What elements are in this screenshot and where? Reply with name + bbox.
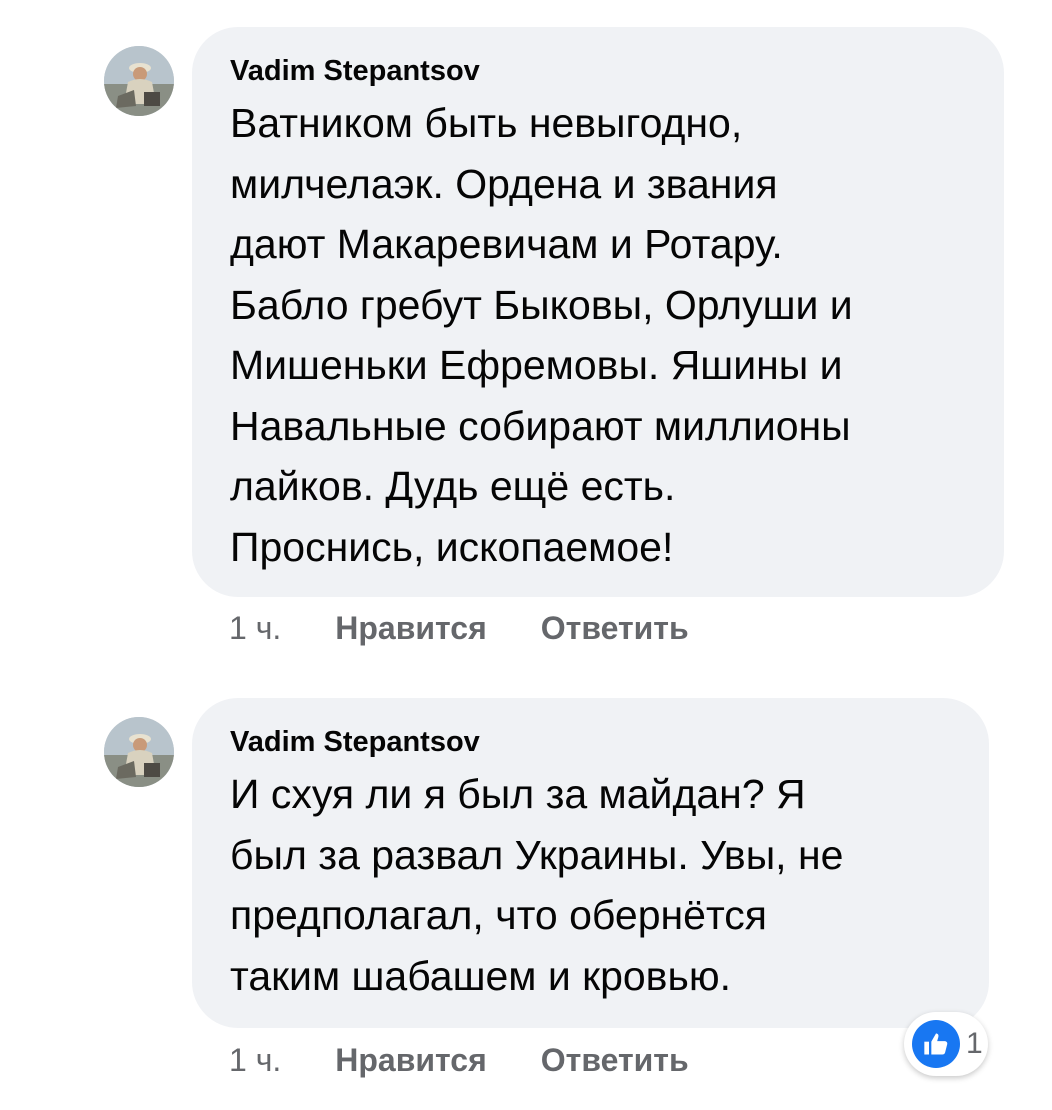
reply-button[interactable]: Ответить [541, 1040, 689, 1080]
comment-author[interactable]: Vadim Stepantsov [230, 724, 955, 760]
reply-button[interactable]: Ответить [541, 608, 689, 648]
like-button[interactable]: Нравится [335, 1040, 487, 1080]
comment-actions: 1 ч. Нравится Ответить [229, 1040, 743, 1080]
comment-text: И схуя ли я был за майдан? Я был за разв… [230, 771, 844, 999]
comment-author[interactable]: Vadim Stepantsov [230, 53, 970, 89]
reaction-summary[interactable]: 1 [904, 1012, 988, 1076]
avatar-photo-icon [104, 46, 174, 116]
thumbs-up-icon [912, 1020, 960, 1068]
like-button[interactable]: Нравится [335, 608, 487, 648]
comment-bubble: Vadim Stepantsov Ватником быть невыгодно… [192, 27, 1004, 597]
avatar[interactable] [104, 46, 174, 116]
reaction-count: 1 [966, 1027, 983, 1060]
comment-timestamp[interactable]: 1 ч. [229, 1040, 281, 1080]
comment-text: Ватником быть невыгодно, милчелаэк. Орде… [230, 100, 853, 570]
comment-bubble: Vadim Stepantsov И схуя ли я был за майд… [192, 698, 989, 1028]
avatar[interactable] [104, 717, 174, 787]
avatar-photo-icon [104, 717, 174, 787]
comment-actions: 1 ч. Нравится Ответить [229, 608, 743, 648]
comment-timestamp[interactable]: 1 ч. [229, 608, 281, 648]
